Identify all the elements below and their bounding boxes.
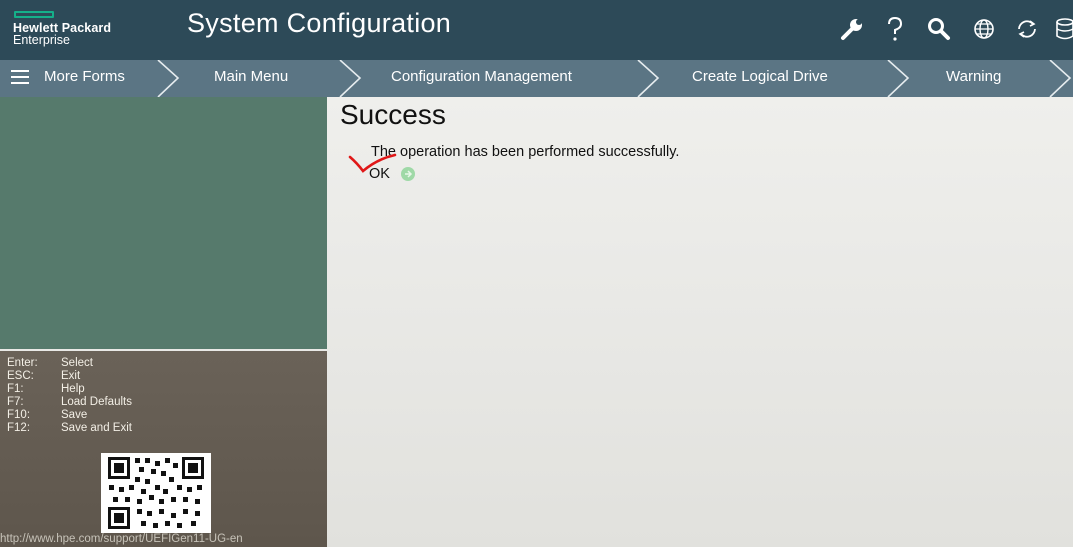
- main-content: [327, 97, 1073, 547]
- success-message: The operation has been performed success…: [371, 144, 680, 160]
- shortcut-key: F1:: [7, 383, 24, 395]
- help-panel: [0, 97, 327, 349]
- breadcrumb-configuration-management[interactable]: Configuration Management: [391, 60, 572, 97]
- top-header: Hewlett Packard Enterprise System Config…: [0, 0, 1073, 60]
- shortcut-key: F12:: [7, 422, 31, 434]
- breadcrumb-main-menu[interactable]: Main Menu: [214, 60, 288, 97]
- breadcrumb-create-logical-drive[interactable]: Create Logical Drive: [692, 60, 828, 97]
- search-icon[interactable]: [925, 15, 953, 43]
- hamburger-menu-icon[interactable]: [11, 70, 29, 84]
- shortcut-action: Save: [61, 409, 88, 421]
- shortcut-row: F12: Save and Exit: [7, 422, 132, 435]
- shortcut-action: Save and Exit: [61, 422, 132, 434]
- shortcut-row: ESC: Exit: [7, 370, 132, 383]
- shortcut-action: Select: [61, 357, 93, 369]
- red-checkmark-annotation: [348, 153, 397, 173]
- hpe-logo-mark: [14, 11, 54, 18]
- refresh-icon[interactable]: [1013, 15, 1041, 43]
- shortcut-row: F7: Load Defaults: [7, 396, 132, 409]
- qr-code: [101, 453, 211, 533]
- database-icon[interactable]: [1053, 15, 1073, 43]
- shortcut-action: Help: [61, 383, 85, 395]
- help-icon[interactable]: [881, 15, 909, 43]
- globe-icon[interactable]: [970, 15, 998, 43]
- shortcut-key: F7:: [7, 396, 24, 408]
- shortcut-action: Load Defaults: [61, 396, 132, 408]
- shortcut-row: F10: Save: [7, 409, 132, 422]
- wrench-icon[interactable]: [838, 15, 866, 43]
- breadcrumb-warning[interactable]: Warning: [946, 60, 1001, 97]
- shortcut-row: Enter: Select: [7, 357, 132, 370]
- shortcut-action: Exit: [61, 370, 81, 382]
- shortcut-key: F10:: [7, 409, 31, 421]
- support-url: http://www.hpe.com/support/UEFIGen11-UG-…: [0, 533, 243, 545]
- dialog-title: Success: [340, 99, 446, 130]
- page-title: System Configuration: [187, 8, 452, 38]
- shortcut-key: ESC:: [7, 370, 34, 382]
- logo-text-line2: Enterprise: [13, 33, 70, 47]
- shortcut-key: Enter:: [7, 357, 38, 369]
- keyboard-shortcuts: Enter: Select ESC: Exit F1: Help F7: Loa…: [7, 357, 132, 435]
- more-forms-button[interactable]: More Forms: [44, 60, 125, 97]
- ok-arrow-icon: [400, 167, 415, 181]
- shortcut-row: F1: Help: [7, 383, 132, 396]
